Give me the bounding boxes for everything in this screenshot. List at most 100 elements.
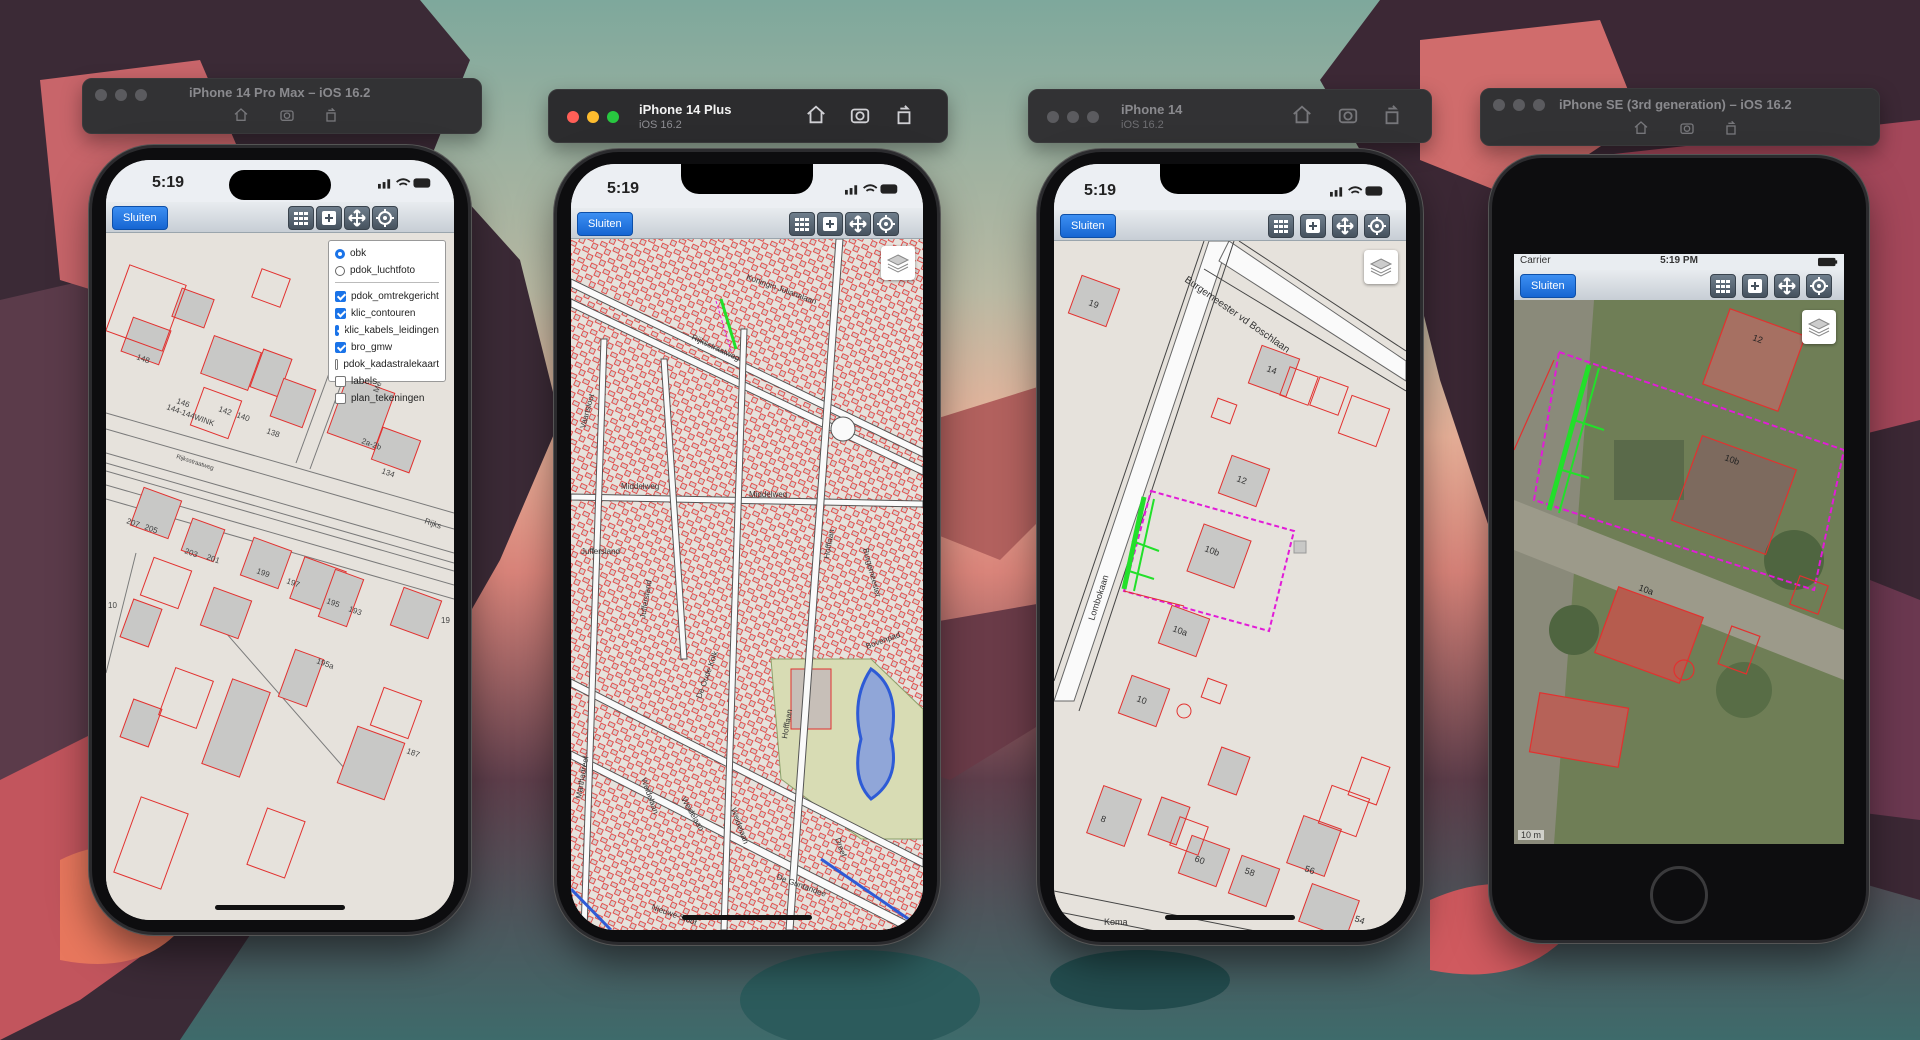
checkbox[interactable] — [335, 393, 346, 404]
close-button[interactable]: Sluiten — [577, 212, 633, 236]
window-controls[interactable] — [95, 89, 147, 101]
layer-toggle-bro-gmw[interactable]: bro_gmw — [335, 339, 439, 356]
checkbox[interactable] — [335, 291, 346, 302]
locate-icon[interactable] — [372, 206, 398, 230]
checkbox[interactable] — [335, 376, 346, 387]
layer-label: bro_gmw — [351, 342, 393, 353]
add-icon[interactable] — [817, 212, 843, 236]
home-icon[interactable] — [233, 107, 249, 123]
map-view[interactable]: Koningin Julianalaan Rijksstraatweg Vaar… — [571, 239, 923, 930]
device-screen[interactable]: Carrier 5:19 PM Sluiten 12 10b 10a 10 m — [1514, 254, 1844, 844]
window-controls[interactable] — [1047, 111, 1099, 123]
home-indicator — [1165, 915, 1295, 920]
close-button[interactable]: Sluiten — [1060, 214, 1116, 238]
map-label: Juffersland — [581, 547, 620, 556]
map-toolbar: Sluiten — [1514, 270, 1844, 301]
checkbox[interactable] — [335, 308, 346, 319]
map-label: Koma — [1104, 917, 1128, 927]
layer-toggle-labels[interactable]: labels — [335, 373, 439, 390]
locate-icon[interactable] — [1806, 274, 1832, 298]
device-screen[interactable]: 5:19 Sluiten — [106, 160, 454, 920]
screenshot-icon[interactable] — [1679, 120, 1695, 136]
rotate-icon[interactable] — [1723, 120, 1739, 136]
notch — [681, 164, 813, 194]
battery-icon — [1818, 257, 1838, 267]
add-icon[interactable] — [1300, 214, 1326, 238]
layer-label: plan_tekeningen — [351, 393, 425, 404]
move-icon[interactable] — [1332, 214, 1358, 238]
close-button[interactable]: Sluiten — [1520, 274, 1576, 298]
layer-label: klic_contouren — [351, 308, 416, 319]
move-icon[interactable] — [344, 206, 370, 230]
home-icon[interactable] — [1291, 104, 1313, 126]
layer-toggle-klic-kabels[interactable]: klic_kabels_leidingen — [335, 322, 439, 339]
layer-option-obk[interactable]: obk — [335, 245, 439, 262]
simulator-title: iPhone SE (3rd generation) – iOS 16.2 — [1559, 97, 1792, 112]
simulator-title: iPhone 14 Plus — [639, 102, 732, 117]
add-icon[interactable] — [316, 206, 342, 230]
simulator-os-version: iOS 16.2 — [1121, 119, 1164, 131]
layer-option-luchtfoto[interactable]: pdok_luchtfoto — [335, 262, 439, 279]
rotate-icon[interactable] — [1381, 104, 1403, 126]
status-bar: Carrier 5:19 PM — [1514, 254, 1844, 270]
carrier-label: Carrier — [1520, 255, 1551, 266]
rotate-icon[interactable] — [893, 104, 915, 126]
screenshot-icon[interactable] — [849, 104, 871, 126]
layer-toggle-plan-tekeningen[interactable]: plan_tekeningen — [335, 390, 439, 407]
device-screen[interactable]: 5:19 Sluiten — [571, 164, 923, 930]
move-icon[interactable] — [845, 212, 871, 236]
add-icon[interactable] — [1742, 274, 1768, 298]
map-toolbar: Sluiten — [571, 208, 923, 239]
checkbox[interactable] — [335, 342, 346, 353]
status-time: 5:19 — [1084, 182, 1117, 199]
layer-toggle-omtrekgericht[interactable]: pdok_omtrekgericht — [335, 288, 439, 305]
grid-icon[interactable] — [1710, 274, 1736, 298]
simulator-window-bar-14[interactable]: iPhone 14 iOS 16.2 — [1028, 89, 1432, 143]
aerial-map-view[interactable]: 12 10b 10a — [1514, 300, 1844, 844]
checkbox[interactable] — [335, 359, 339, 370]
simulator-title: iPhone 14 Pro Max – iOS 16.2 — [189, 85, 371, 100]
checkbox[interactable] — [335, 325, 340, 336]
simulator-window-bar-se[interactable]: iPhone SE (3rd generation) – iOS 16.2 — [1480, 88, 1880, 146]
window-controls[interactable] — [1493, 99, 1545, 111]
simulator-window-bar-14-pro-max[interactable]: iPhone 14 Pro Max – iOS 16.2 — [82, 78, 482, 134]
simulator-os-version: iOS 16.2 — [639, 119, 682, 131]
status-time: 5:19 — [152, 174, 185, 191]
layer-switcher-panel: obk pdok_luchtfoto pdok_omtrekgericht kl… — [328, 240, 446, 404]
layer-toggle-kadastralekaart[interactable]: pdok_kadastralekaart — [335, 356, 439, 373]
locate-icon[interactable] — [1364, 214, 1390, 238]
grid-icon[interactable] — [789, 212, 815, 236]
layers-icon[interactable] — [1364, 250, 1398, 284]
screenshot-icon[interactable] — [279, 107, 295, 123]
status-icons — [1330, 186, 1383, 197]
layer-toggle-klic-contouren[interactable]: klic_contouren — [335, 305, 439, 322]
radio-button[interactable] — [335, 248, 345, 259]
screenshot-icon[interactable] — [1337, 104, 1359, 126]
layer-label: pdok_omtrekgericht — [351, 291, 439, 302]
layers-icon[interactable] — [881, 246, 915, 280]
layer-label: labels — [351, 376, 378, 387]
radio-button[interactable] — [335, 265, 345, 276]
home-button[interactable] — [1650, 866, 1708, 924]
move-icon[interactable] — [1774, 274, 1800, 298]
status-time: 5:19 — [607, 180, 640, 197]
home-icon[interactable] — [805, 104, 827, 126]
simulator-window-bar-14-plus[interactable]: iPhone 14 Plus iOS 16.2 — [548, 89, 948, 143]
home-indicator — [215, 905, 345, 910]
device-iphone-14-plus: 5:19 Sluiten Koningin Julianalaan Rijkss… — [557, 152, 937, 942]
home-icon[interactable] — [1633, 120, 1649, 136]
window-controls[interactable] — [567, 111, 619, 123]
status-icons — [378, 178, 431, 189]
grid-icon[interactable] — [288, 206, 314, 230]
map-label: 19 — [441, 616, 450, 625]
grid-icon[interactable] — [1268, 214, 1294, 238]
layers-icon[interactable] — [1802, 310, 1836, 344]
device-screen[interactable]: 5:19 Sluiten — [1054, 164, 1406, 930]
close-button[interactable]: Sluiten — [112, 206, 168, 230]
map-view[interactable]: Burgemeester vd Boschlaan 19 14 12 10b 1… — [1054, 241, 1406, 930]
layer-label: klic_kabels_leidingen — [344, 325, 439, 336]
rotate-icon[interactable] — [323, 107, 339, 123]
locate-icon[interactable] — [873, 212, 899, 236]
scale-bar: 10 m — [1518, 830, 1545, 840]
device-iphone-14: 5:19 Sluiten Burgemeester vd Boschlaan 1… — [1040, 152, 1420, 942]
